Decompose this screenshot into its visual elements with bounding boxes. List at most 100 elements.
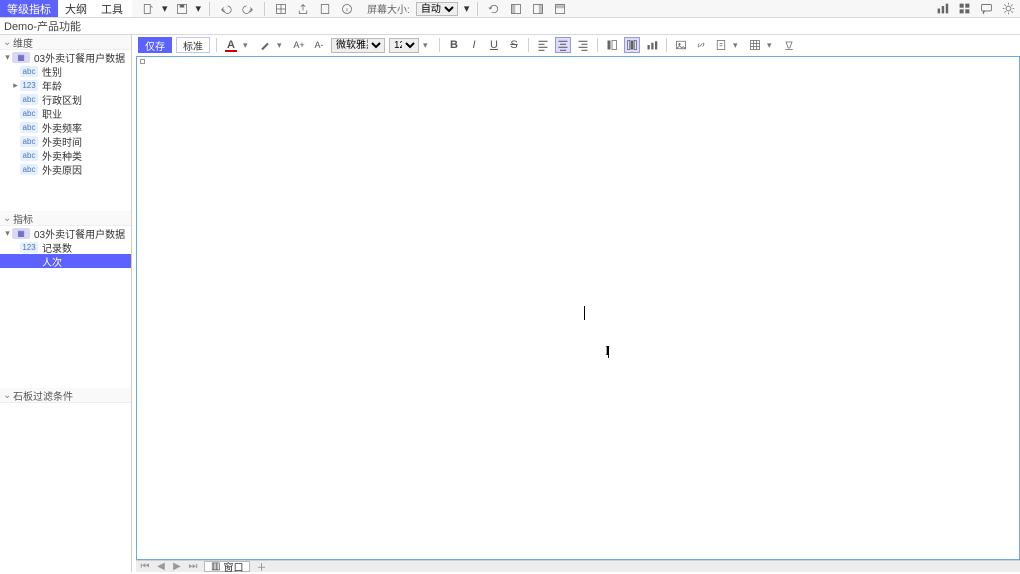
dimension-tree: ▾▦ 03外卖订餐用户数据 abc性别 ▸123年龄 abc行政区划 abc职业… [0,50,131,176]
separator [477,2,478,16]
separator [666,38,667,52]
insert-attachment-button[interactable] [713,37,729,53]
insert-image-button[interactable] [673,37,689,53]
dim-item[interactable]: abc外卖种类 [0,148,131,162]
dim-item[interactable]: abc性别 [0,64,131,78]
menu-item-indicators[interactable]: 等级指标 [0,0,58,17]
dim-item-label: 年龄 [42,78,62,93]
metric-root[interactable]: ▾▦ 03外卖订餐用户数据 [0,226,131,240]
nav-next-icon[interactable]: ▶ [172,561,182,572]
dim-item[interactable]: abc外卖频率 [0,120,131,134]
insert-chart-button[interactable] [644,37,660,53]
insert-col-left-button[interactable] [604,37,620,53]
resize-handle-icon[interactable] [140,59,145,64]
nav-last-icon[interactable]: ⏭ [188,561,198,572]
insert-table-button[interactable] [747,37,763,53]
dim-item-label: 外卖时间 [42,134,82,149]
font-family-select[interactable]: 微软雅黑 [331,38,385,53]
main-area: ▾ ▾ 屏幕大小: 自动 ▾ 仅存 标准 A ▾ ▾ [132,0,1020,572]
undo-button[interactable] [218,1,234,17]
dim-item[interactable]: ▸123年龄 [0,78,131,92]
dropdown-icon[interactable]: ▾ [733,40,743,51]
separator [439,38,440,52]
editor-toolbar: 仅存 标准 A ▾ ▾ A+ A- 微软雅黑 12 ▾ B I U S ▾ ▾ [136,36,1020,54]
refresh-button[interactable] [486,1,502,17]
dropdown-icon[interactable]: ▾ [423,40,433,51]
metric-item-label: 记录数 [42,240,72,255]
underline-button[interactable]: U [486,37,502,53]
separator [209,2,210,16]
dim-item[interactable]: abc行政区划 [0,92,131,106]
clear-format-button[interactable] [781,37,797,53]
metric-item[interactable]: 123记录数 [0,240,131,254]
align-left-button[interactable] [535,37,551,53]
dim-item[interactable]: abc外卖时间 [0,134,131,148]
layout-button-1[interactable] [508,1,524,17]
left-panel: ⌄ 维度 ▾▦ 03外卖订餐用户数据 abc性别 ▸123年龄 abc行政区划 … [0,35,132,572]
layout-button-2[interactable] [530,1,546,17]
chevron-down-icon: ⌄ [3,213,13,224]
layout-button-3[interactable] [552,1,568,17]
insert-col-center-button[interactable] [624,37,640,53]
dropdown-icon[interactable]: ▾ [162,2,168,15]
editor-canvas[interactable]: I [136,56,1020,560]
nav-prev-icon[interactable]: ◀ [156,561,166,572]
section-header-dimensions[interactable]: ⌄ 维度 [0,35,131,50]
section-label-dimensions: 维度 [13,35,33,50]
message-panel-icon[interactable] [978,1,994,17]
bold-button[interactable]: B [446,37,462,53]
separator [216,38,217,52]
dropdown-icon[interactable]: ▾ [767,40,777,51]
dim-item[interactable]: abc外卖原因 [0,162,131,176]
info-icon[interactable] [339,1,355,17]
dim-item-label: 外卖频率 [42,120,82,135]
menu-item-outline[interactable]: 大纲 [58,0,94,17]
dropdown-icon[interactable]: ▾ [243,40,253,51]
grid-panel-icon[interactable] [956,1,972,17]
section-label-metrics: 指标 [13,211,33,226]
font-color-button[interactable]: A [223,37,239,53]
separator [528,38,529,52]
dropdown-icon[interactable]: ▾ [464,2,470,15]
dim-item-label: 行政区划 [42,92,82,107]
strikethrough-button[interactable]: S [506,37,522,53]
separator [264,2,265,16]
align-right-button[interactable] [575,37,591,53]
dim-root[interactable]: ▾▦ 03外卖订餐用户数据 [0,50,131,64]
dropdown-icon[interactable]: ▾ [196,2,202,15]
dim-item-label: 外卖种类 [42,148,82,163]
new-file-button[interactable] [140,1,156,17]
screen-size-label: 屏幕大小: [367,1,410,16]
text-cursor [584,306,585,320]
spacer-row [132,18,1020,35]
settings-icon[interactable] [1000,1,1016,17]
grid-icon[interactable] [273,1,289,17]
font-increase-button[interactable]: A+ [291,37,307,53]
font-size-select[interactable]: 12 [389,38,419,53]
section-header-filter[interactable]: ⌄ 石板过滤条件 [0,388,131,403]
chart-panel-icon[interactable] [934,1,950,17]
section-header-metrics[interactable]: ⌄ 指标 [0,211,131,226]
align-center-button[interactable] [555,37,571,53]
page-tab[interactable]: ▥ 窗口 [204,561,250,572]
italic-button[interactable]: I [466,37,482,53]
metric-tree: ▾▦ 03外卖订餐用户数据 123记录数 人次 [0,226,131,268]
redo-button[interactable] [240,1,256,17]
font-decrease-button[interactable]: A- [311,37,327,53]
page-icon[interactable] [317,1,333,17]
screen-size-select[interactable]: 自动 [416,2,458,16]
save-button[interactable] [174,1,190,17]
insert-link-button[interactable] [693,37,709,53]
metric-item-selected[interactable]: 人次 [0,254,131,268]
editor-tab-standard[interactable]: 标准 [176,37,210,53]
nav-first-icon[interactable]: ⏮ [140,561,150,572]
menu-item-tools[interactable]: 工具 [94,0,130,17]
bottom-bar: ⏮ ◀ ▶ ⏭ ▥ 窗口 ＋ [136,560,1020,572]
metric-root-label: 03外卖订餐用户数据 [34,226,125,241]
dim-item[interactable]: abc职业 [0,106,131,120]
separator [597,38,598,52]
editor-tab-save[interactable]: 仅存 [138,37,172,53]
dropdown-icon[interactable]: ▾ [277,40,287,51]
share-icon[interactable] [295,1,311,17]
highlight-button[interactable] [257,37,273,53]
